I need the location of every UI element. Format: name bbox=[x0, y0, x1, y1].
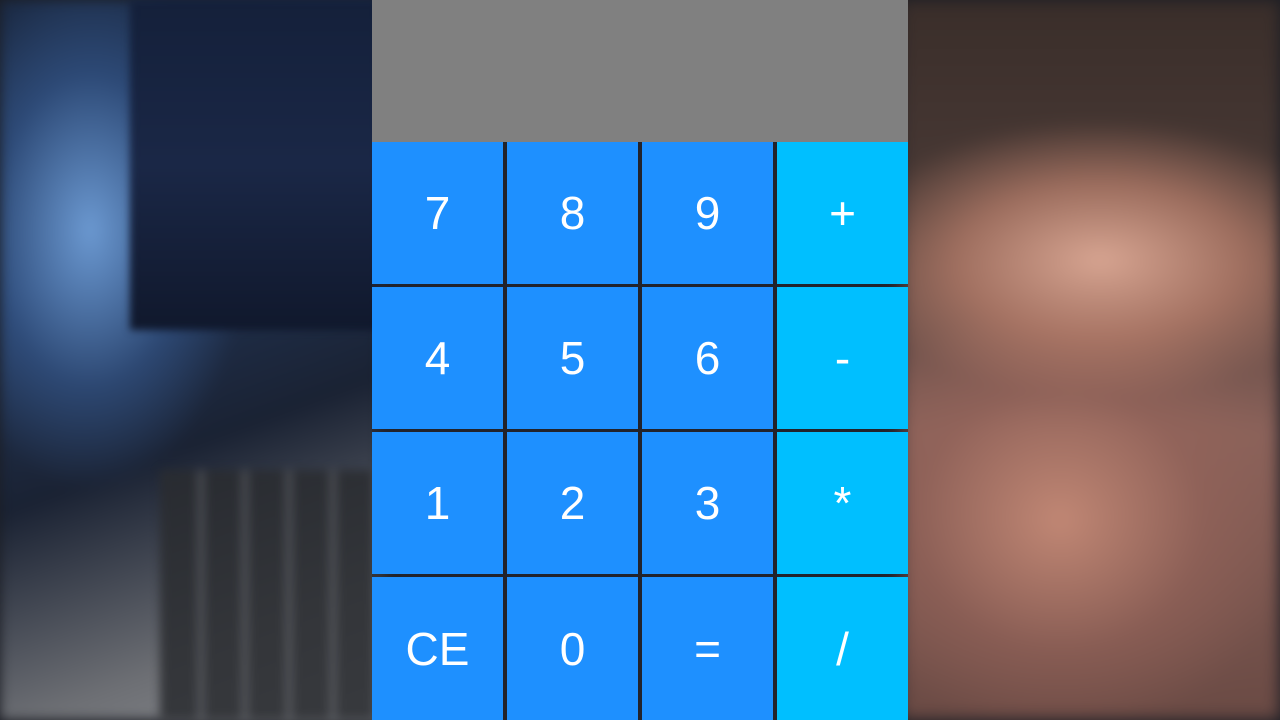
key-7[interactable]: 7 bbox=[372, 142, 503, 284]
key-equals[interactable]: = bbox=[642, 577, 773, 720]
key-4[interactable]: 4 bbox=[372, 287, 503, 429]
key-clear-entry[interactable]: CE bbox=[372, 577, 503, 720]
key-3[interactable]: 3 bbox=[642, 432, 773, 574]
calculator: 7 8 9 + 4 5 6 - 1 2 3 * CE 0 = / bbox=[372, 0, 908, 720]
key-9[interactable]: 9 bbox=[642, 142, 773, 284]
key-6[interactable]: 6 bbox=[642, 287, 773, 429]
key-1[interactable]: 1 bbox=[372, 432, 503, 574]
background-hand bbox=[900, 0, 1280, 720]
background-laptop-screen bbox=[130, 0, 380, 330]
key-minus[interactable]: - bbox=[777, 287, 908, 429]
background-laptop-keyboard bbox=[160, 470, 390, 720]
key-multiply[interactable]: * bbox=[777, 432, 908, 574]
calculator-keypad: 7 8 9 + 4 5 6 - 1 2 3 * CE 0 = / bbox=[372, 142, 908, 720]
key-divide[interactable]: / bbox=[777, 577, 908, 720]
key-5[interactable]: 5 bbox=[507, 287, 638, 429]
key-0[interactable]: 0 bbox=[507, 577, 638, 720]
key-8[interactable]: 8 bbox=[507, 142, 638, 284]
calculator-display bbox=[372, 0, 908, 142]
key-plus[interactable]: + bbox=[777, 142, 908, 284]
key-2[interactable]: 2 bbox=[507, 432, 638, 574]
